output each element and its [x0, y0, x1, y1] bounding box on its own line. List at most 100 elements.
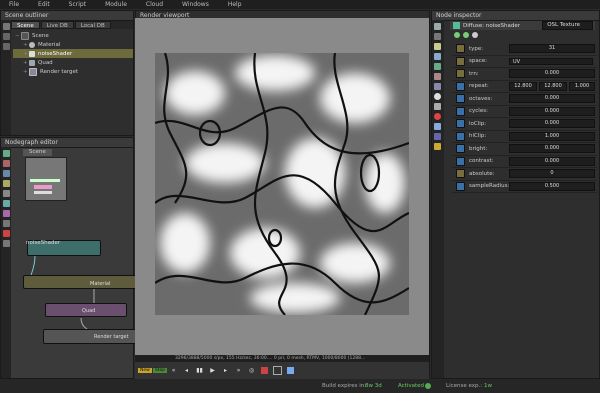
play-icon[interactable]: ▶: [208, 366, 218, 376]
prev-frame-icon[interactable]: ◂: [182, 366, 192, 376]
material-palette-icon[interactable]: [2, 190, 10, 197]
tree-item-noiseshader[interactable]: + noiseShader: [13, 49, 133, 58]
contrast-field[interactable]: 0.000: [509, 156, 595, 166]
refresh-icon[interactable]: [463, 32, 469, 38]
prop-checkbox[interactable]: [456, 69, 465, 79]
bright-field[interactable]: 0.000: [509, 144, 595, 154]
menu-script[interactable]: Script: [69, 1, 86, 8]
hiclip-field[interactable]: 1.000: [509, 131, 595, 141]
menu-help[interactable]: Help: [228, 1, 242, 8]
node-noiseshader[interactable]: noiseShader: [26, 240, 101, 256]
new-badge[interactable]: New: [138, 368, 152, 373]
tree-item-label: Material: [38, 41, 61, 48]
menu-module[interactable]: Module: [105, 1, 127, 8]
repeat-z-field[interactable]: 1.000: [569, 81, 595, 91]
prop-checkbox[interactable]: [456, 156, 465, 166]
octaves-field[interactable]: 0.000: [509, 94, 595, 104]
menu-file[interactable]: File: [9, 1, 19, 8]
duplicate-icon[interactable]: [2, 43, 10, 50]
tab-local-db[interactable]: Local DB: [74, 21, 111, 29]
repeat-x-field[interactable]: 12.800: [509, 81, 537, 91]
collapse-icon[interactable]: −: [15, 33, 20, 39]
transform-icon[interactable]: [2, 210, 10, 217]
script-icon[interactable]: [433, 103, 441, 110]
node-name-label: Diffuse: noiseShader: [463, 22, 521, 29]
repeat-y-field[interactable]: 12.800: [539, 81, 567, 91]
focus-icon[interactable]: ◎: [247, 366, 257, 376]
tree-item-render-target[interactable]: + Render target: [13, 67, 133, 76]
viewport-canvas[interactable]: [135, 18, 429, 356]
imager-icon[interactable]: [2, 220, 10, 227]
prop-checkbox[interactable]: [456, 94, 465, 104]
sphere-icon[interactable]: [433, 93, 441, 100]
prop-checkbox[interactable]: [456, 119, 465, 129]
mesh-icon[interactable]: [433, 53, 441, 60]
tree-item-quad[interactable]: + Quad: [13, 58, 133, 67]
menu-cloud[interactable]: Cloud: [146, 1, 163, 8]
node-type-select[interactable]: OSL Texture: [542, 21, 593, 30]
texture-icon[interactable]: [433, 83, 441, 90]
camera-icon[interactable]: [2, 150, 10, 157]
first-frame-icon[interactable]: «: [169, 366, 179, 376]
expand-icon[interactable]: +: [23, 60, 28, 66]
last-frame-icon[interactable]: »: [234, 366, 244, 376]
image-icon[interactable]: [433, 63, 441, 70]
lock-icon[interactable]: [433, 33, 441, 40]
add-node-icon[interactable]: [2, 23, 10, 30]
expand-icon[interactable]: +: [23, 51, 28, 57]
prop-checkbox[interactable]: [456, 56, 465, 66]
material-icon[interactable]: [433, 73, 441, 80]
node-render-target[interactable]: Render target: [43, 329, 137, 344]
prop-checkbox[interactable]: [456, 131, 465, 141]
cycles-field[interactable]: 0.000: [509, 106, 595, 116]
next-frame-icon[interactable]: ▸: [221, 366, 231, 376]
prop-checkbox[interactable]: [456, 144, 465, 154]
emission-icon[interactable]: [433, 113, 441, 120]
trn-field[interactable]: 0.000: [509, 69, 595, 79]
render-icon[interactable]: [2, 230, 10, 237]
nodegraph-tab[interactable]: Scene: [23, 149, 52, 156]
type-field[interactable]: 31: [509, 44, 595, 54]
sync-icon[interactable]: [472, 32, 478, 38]
texture-palette-icon[interactable]: [2, 200, 10, 207]
pause-icon[interactable]: ▮▮: [195, 366, 205, 376]
tab-live-db[interactable]: Live DB: [40, 21, 74, 29]
imager-icon[interactable]: [433, 133, 441, 140]
prop-checkbox[interactable]: [456, 81, 465, 91]
tree-item-material[interactable]: + Material: [13, 40, 133, 49]
expand-icon[interactable]: +: [23, 69, 28, 75]
loclip-field[interactable]: 0.000: [509, 119, 595, 129]
camera-icon[interactable]: [433, 23, 441, 30]
prop-type: type: 31: [452, 43, 597, 56]
pin-icon[interactable]: [454, 32, 460, 38]
menu-edit[interactable]: Edit: [38, 1, 50, 8]
menu-windows[interactable]: Windows: [182, 1, 209, 8]
absolute-field[interactable]: 0: [509, 169, 595, 179]
node-color-icon[interactable]: [453, 22, 460, 29]
kernel-icon[interactable]: [2, 180, 10, 187]
environment-icon[interactable]: [433, 123, 441, 130]
environment-icon[interactable]: [2, 160, 10, 167]
space-select[interactable]: UV: [509, 57, 593, 65]
node-material[interactable]: Material: [23, 275, 137, 289]
geometry-icon[interactable]: [2, 170, 10, 177]
light-icon[interactable]: [433, 43, 441, 50]
script-icon[interactable]: [2, 240, 10, 247]
tree-item-scene[interactable]: − Scene: [13, 31, 133, 40]
expand-icon[interactable]: +: [23, 42, 28, 48]
region-icon[interactable]: [273, 366, 283, 376]
node-quad[interactable]: Quad: [45, 303, 127, 317]
color-picker-icon[interactable]: [260, 366, 270, 376]
tab-scene[interactable]: Scene: [11, 21, 40, 29]
copy-icon[interactable]: [2, 33, 10, 40]
prop-checkbox[interactable]: [456, 44, 465, 54]
prop-checkbox[interactable]: [456, 106, 465, 116]
snapshot-icon[interactable]: [286, 366, 296, 376]
prop-checkbox[interactable]: [456, 169, 465, 179]
stop-badge[interactable]: Stop: [152, 368, 168, 373]
nodegraph-title: Nodegraph editor: [1, 138, 133, 148]
nodegraph-minimap[interactable]: [25, 157, 67, 201]
output-icon[interactable]: [433, 143, 441, 150]
prop-checkbox[interactable]: [456, 181, 465, 191]
sampleradius-field[interactable]: 0.500: [509, 181, 595, 191]
